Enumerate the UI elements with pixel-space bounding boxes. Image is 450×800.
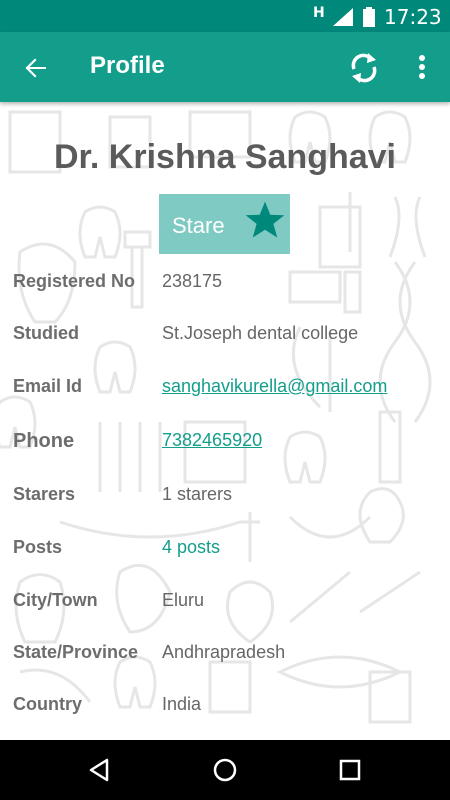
nav-home-icon	[213, 758, 237, 782]
field-row-starers: Starers 1 starers	[0, 480, 450, 510]
field-row-city: City/Town Eluru	[0, 586, 450, 616]
field-row-country: Country India	[0, 690, 450, 720]
stare-button[interactable]: Stare	[159, 194, 290, 254]
nav-back-button[interactable]	[85, 755, 115, 785]
field-row-posts: Posts 4 posts	[0, 533, 450, 563]
signal-icon	[333, 8, 353, 26]
country-value: India	[162, 694, 202, 714]
studied-value: St.Joseph dental college	[162, 323, 359, 343]
back-button[interactable]	[20, 52, 52, 84]
field-row-email: Email Id sanghavikurella@gmail.com	[0, 372, 450, 402]
registered-no-value: 238175	[162, 271, 223, 291]
posts-link[interactable]: 4 posts	[162, 537, 220, 558]
field-label: Phone	[13, 430, 75, 452]
field-label: Email Id	[13, 376, 83, 396]
city-value: Eluru	[162, 590, 205, 610]
more-vert-icon	[419, 55, 425, 79]
field-row-studied: Studied St.Joseph dental college	[0, 319, 450, 349]
refresh-button[interactable]	[346, 50, 382, 86]
profile-name: Dr. Krishna Sanghavi	[54, 138, 396, 176]
battery-icon	[363, 7, 375, 27]
more-options-button[interactable]	[410, 52, 434, 84]
field-label: Posts	[13, 537, 63, 557]
field-row-state: State/Province Andhrapradesh	[0, 638, 450, 668]
page-title: Profile	[90, 52, 165, 79]
nav-recents-icon	[339, 759, 361, 781]
phone-link[interactable]: 7382465920	[162, 430, 262, 451]
profile-content[interactable]: Dr. Krishna Sanghavi Stare Registered No…	[0, 102, 450, 740]
app-bar: Profile	[0, 32, 450, 102]
field-label: Studied	[13, 323, 79, 343]
network-type-indicator: H	[313, 5, 325, 21]
arrow-back-icon	[25, 58, 46, 78]
field-label: Starers	[13, 484, 76, 504]
stare-button-label: Stare	[172, 213, 225, 238]
starers-value: 1 starers	[162, 484, 233, 504]
nav-back-icon	[89, 758, 109, 782]
email-link[interactable]: sanghavikurella@gmail.com	[162, 376, 387, 397]
state-value: Andhrapradesh	[162, 642, 286, 662]
nav-recents-button[interactable]	[335, 755, 365, 785]
field-label: City/Town	[13, 590, 98, 610]
status-bar: H 17:23	[0, 0, 450, 32]
status-time: 17:23	[384, 5, 442, 29]
nav-home-button[interactable]	[210, 755, 240, 785]
field-row-phone: Phone 7382465920	[0, 426, 450, 456]
refresh-icon	[351, 53, 377, 83]
field-label: State/Province	[13, 642, 139, 662]
field-label: Country	[13, 694, 82, 714]
field-row-registered-no: Registered No 238175	[0, 267, 450, 297]
system-navigation-bar	[0, 740, 450, 800]
field-label: Registered No	[13, 271, 136, 291]
star-icon	[245, 201, 285, 238]
